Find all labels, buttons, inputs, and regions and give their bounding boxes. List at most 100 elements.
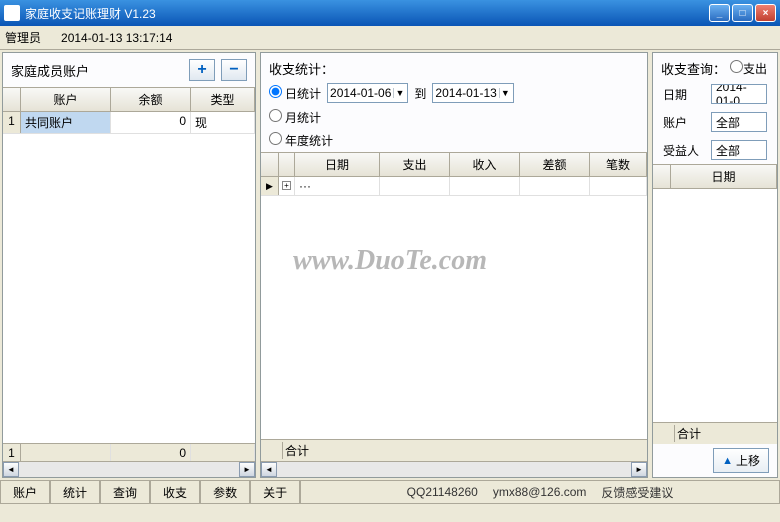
stats-panel: 收支统计： 日统计 2014-01-06 ▼ 到 2014-01-13 ▼ 月统… xyxy=(260,52,648,478)
query-benef-select[interactable]: 全部 xyxy=(711,140,767,160)
stats-grid-body: ▶ + ··· xyxy=(261,177,647,439)
count-column-header[interactable]: 笔数 xyxy=(590,153,647,176)
info-bar: 管理员 2014-01-13 13:17:14 xyxy=(0,26,780,50)
statusbar: 账户 统计 查询 收支 参数 关于 QQ21148260 ymx88@126.c… xyxy=(0,480,780,504)
accounts-header: 家庭成员账户 + − xyxy=(3,53,255,87)
radio-year-input[interactable] xyxy=(269,132,282,145)
query-actions: ▲ 上移 xyxy=(653,444,777,477)
move-up-button[interactable]: ▲ 上移 xyxy=(713,448,769,473)
date-label: 日期 xyxy=(663,86,703,103)
current-user: 管理员 xyxy=(5,29,41,46)
type-cell[interactable]: 现 xyxy=(191,112,255,133)
benef-label: 受益人 xyxy=(663,142,703,159)
tab-about[interactable]: 关于 xyxy=(250,481,300,504)
query-date-column-header[interactable]: 日期 xyxy=(671,165,777,188)
date-column-header[interactable]: 日期 xyxy=(295,153,380,176)
tab-settings[interactable]: 参数 xyxy=(200,481,250,504)
date-from-value: 2014-01-06 xyxy=(330,86,391,100)
account-label: 账户 xyxy=(663,114,703,131)
query-date-row: 日期 2014-01-0 xyxy=(653,80,777,108)
status-contact: QQ21148260 ymx88@126.com 反馈感受建议 xyxy=(300,481,780,504)
row-number-header xyxy=(3,88,21,111)
balance-column-header[interactable]: 余额 xyxy=(111,88,191,111)
accounts-footer: 1 0 xyxy=(3,443,255,461)
stats-title: 收支统计： xyxy=(269,59,334,78)
date-to-select[interactable]: 2014-01-13 ▼ xyxy=(432,83,513,103)
chevron-down-icon[interactable]: ▼ xyxy=(499,88,511,98)
date-cell[interactable]: ··· xyxy=(295,177,380,195)
accounts-title: 家庭成员账户 xyxy=(11,61,89,80)
window-title: 家庭收支记账理财 V1.23 xyxy=(25,5,709,22)
accounts-panel: 家庭成员账户 + − 账户 余额 类型 1 共同账户 0 现 xyxy=(2,52,256,478)
titlebar: 家庭收支记账理财 V1.23 _ □ × xyxy=(0,0,780,26)
expense-column-header[interactable]: 支出 xyxy=(380,153,450,176)
query-grid-header: 日期 xyxy=(653,165,777,189)
scroll-left-icon[interactable]: ◄ xyxy=(261,462,277,477)
row-marker: ▶ xyxy=(261,177,279,195)
radio-day-input[interactable] xyxy=(269,85,282,98)
radio-month[interactable]: 月统计 xyxy=(269,109,321,126)
stats-scrollbar[interactable]: ◄ ► xyxy=(261,461,647,477)
query-sum-row: 合计 xyxy=(653,422,777,444)
accounts-scrollbar[interactable]: ◄ ► xyxy=(3,461,255,477)
radio-month-input[interactable] xyxy=(269,109,282,122)
add-account-button[interactable]: + xyxy=(189,59,215,81)
radio-expense-input[interactable] xyxy=(730,60,743,73)
app-icon xyxy=(4,5,20,21)
stats-grid: 日期 支出 收入 差额 笔数 ▶ + ··· 合计 xyxy=(261,152,647,477)
accounts-grid: 账户 余额 类型 1 共同账户 0 现 1 0 ◄ xyxy=(3,87,255,477)
chevron-down-icon[interactable]: ▼ xyxy=(393,88,405,98)
stats-grid-header: 日期 支出 收入 差额 笔数 xyxy=(261,153,647,177)
scroll-right-icon[interactable]: ► xyxy=(239,462,255,477)
window-buttons: _ □ × xyxy=(709,4,776,22)
year-stat-row: 年度统计 xyxy=(261,129,647,152)
footer-num: 1 xyxy=(3,444,21,461)
table-row[interactable]: 1 共同账户 0 现 xyxy=(3,112,255,134)
query-grid-body xyxy=(653,189,777,422)
row-number-cell: 1 xyxy=(3,112,21,133)
tab-transactions[interactable]: 收支 xyxy=(150,481,200,504)
diff-column-header[interactable]: 差额 xyxy=(520,153,590,176)
account-cell[interactable]: 共同账户 xyxy=(21,112,111,133)
query-account-select[interactable]: 全部 xyxy=(711,112,767,132)
stats-sum-row: 合计 xyxy=(261,439,647,461)
income-column-header[interactable]: 收入 xyxy=(450,153,520,176)
radio-year[interactable]: 年度统计 xyxy=(269,132,333,149)
balance-cell[interactable]: 0 xyxy=(111,112,191,133)
close-button[interactable]: × xyxy=(755,4,776,22)
minimize-button[interactable]: _ xyxy=(709,4,730,22)
query-panel: 收支查询： 支出 日期 2014-01-0 账户 全部 受益人 全部 日期 合计 xyxy=(652,52,778,478)
date-from-select[interactable]: 2014-01-06 ▼ xyxy=(327,83,408,103)
feedback-link[interactable]: 反馈感受建议 xyxy=(601,484,673,501)
month-stat-row: 月统计 xyxy=(261,106,647,129)
expand-cell[interactable]: + xyxy=(279,177,295,195)
maximize-button[interactable]: □ xyxy=(732,4,753,22)
radio-day[interactable]: 日统计 xyxy=(269,85,321,102)
footer-balance: 0 xyxy=(111,444,191,461)
remove-account-button[interactable]: − xyxy=(221,59,247,81)
account-column-header[interactable]: 账户 xyxy=(21,88,111,111)
query-title: 收支查询： xyxy=(661,59,726,78)
scroll-left-icon[interactable]: ◄ xyxy=(3,462,19,477)
radio-expense-query[interactable]: 支出 xyxy=(730,60,767,77)
query-date-select[interactable]: 2014-01-0 xyxy=(711,84,767,104)
scroll-right-icon[interactable]: ► xyxy=(631,462,647,477)
tab-query[interactable]: 查询 xyxy=(100,481,150,504)
accounts-grid-header: 账户 余额 类型 xyxy=(3,88,255,112)
table-row[interactable]: ▶ + ··· xyxy=(261,177,647,196)
query-benef-row: 受益人 全部 xyxy=(653,136,777,164)
query-sum-label: 合计 xyxy=(677,425,701,442)
tab-account[interactable]: 账户 xyxy=(0,481,50,504)
email-contact: ymx88@126.com xyxy=(493,485,587,499)
query-header: 收支查询： 支出 xyxy=(653,53,777,80)
type-column-header[interactable]: 类型 xyxy=(191,88,255,111)
day-stat-row: 日统计 2014-01-06 ▼ 到 2014-01-13 ▼ xyxy=(261,80,647,106)
arrow-up-icon: ▲ xyxy=(722,455,733,467)
current-datetime: 2014-01-13 13:17:14 xyxy=(61,31,172,45)
stats-header: 收支统计： xyxy=(261,53,647,80)
expand-icon[interactable]: + xyxy=(282,181,291,190)
qq-contact: QQ21148260 xyxy=(407,485,478,499)
sum-label: 合计 xyxy=(285,442,309,459)
main-area: 家庭成员账户 + − 账户 余额 类型 1 共同账户 0 现 xyxy=(0,50,780,480)
tab-stats[interactable]: 统计 xyxy=(50,481,100,504)
